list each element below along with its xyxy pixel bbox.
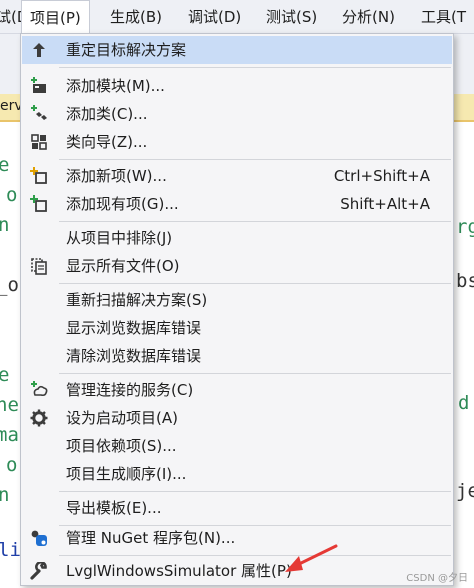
watermark: CSDN @夕日 bbox=[406, 573, 468, 584]
annotation-arrow-icon bbox=[285, 544, 338, 572]
